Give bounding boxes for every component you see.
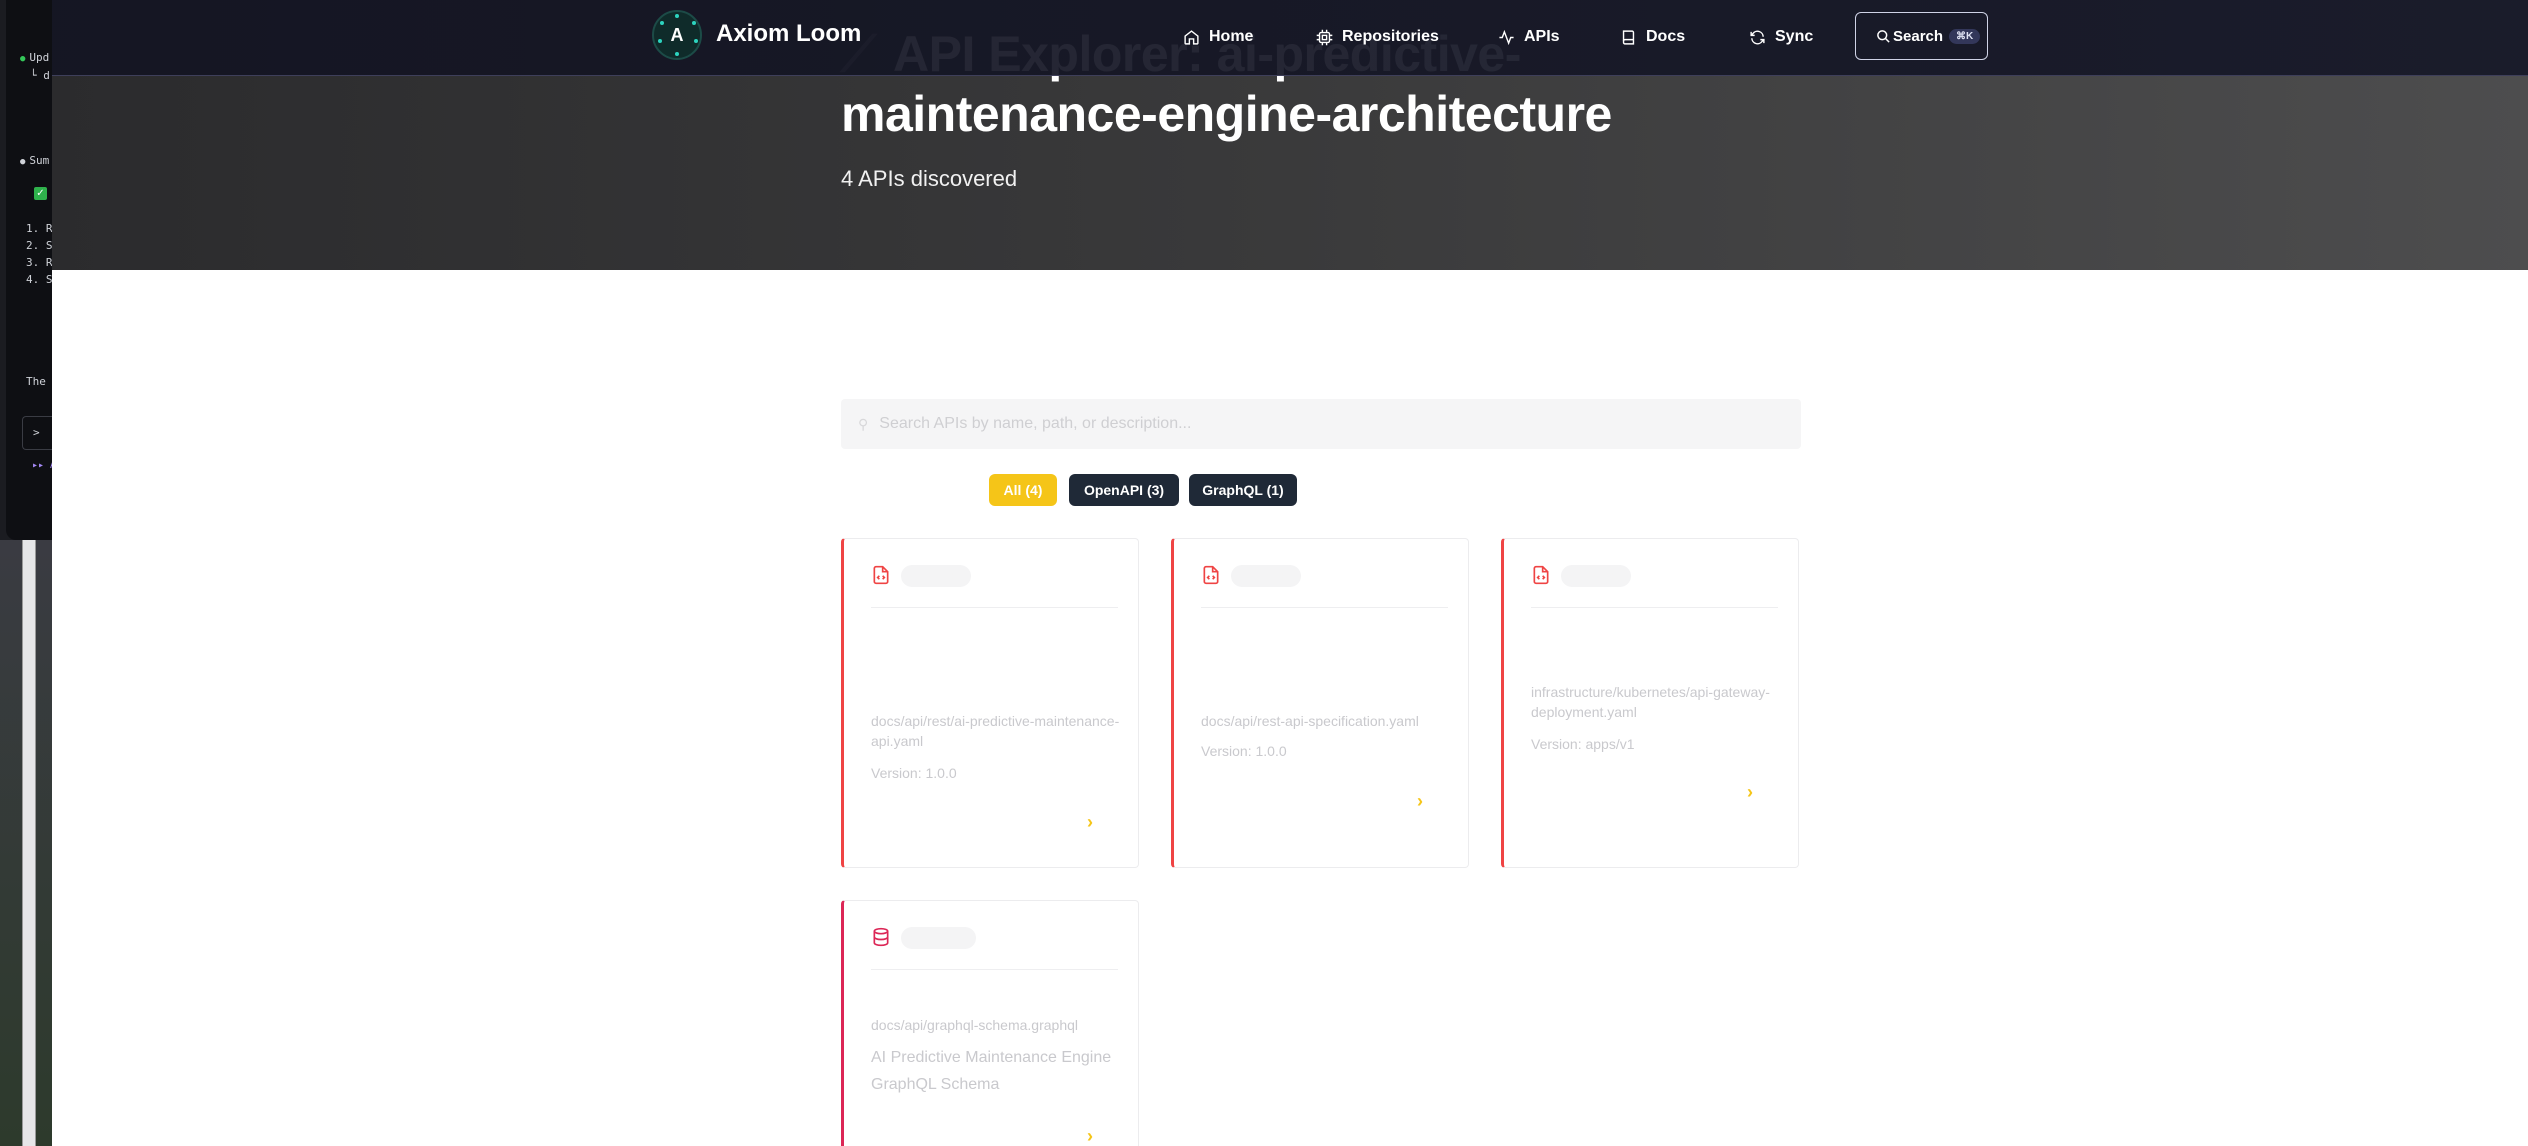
api-version: Version: apps/v1 — [1531, 736, 1635, 752]
file-code-icon — [1533, 565, 1549, 585]
terminal-line: 3. R — [26, 256, 53, 269]
filter-openapi[interactable]: OpenAPI (3) — [1069, 474, 1179, 506]
window-edge — [22, 540, 36, 1146]
filter-all[interactable]: All (4) — [989, 474, 1057, 506]
terminal-line: └ d — [30, 69, 50, 82]
top-navbar: A Axiom Loom Home Repositories APIs Docs… — [52, 0, 2528, 76]
terminal-line: 2. S — [26, 239, 53, 252]
api-type-badge: OPENAPI — [901, 565, 971, 587]
chevron-right-icon[interactable]: › — [1087, 813, 1101, 831]
terminal-line: Sum — [20, 154, 49, 167]
app-viewport: ⟋API Explorer: ai-predictive-maintenance… — [52, 0, 2528, 1146]
api-search-input[interactable] — [879, 415, 1760, 433]
api-card[interactable]: OPENAPI docs/api/rest/ai-predictive-main… — [841, 538, 1139, 868]
nav-docs[interactable]: Docs — [1620, 24, 1685, 50]
card-divider — [1531, 607, 1778, 608]
api-card[interactable]: OPENAPI infrastructure/kubernetes/api-ga… — [1501, 538, 1799, 868]
api-card[interactable]: OPENAPI docs/api/rest-api-specification.… — [1171, 538, 1469, 868]
search-icon: ⚲ — [858, 415, 869, 432]
activity-icon — [1499, 29, 1514, 45]
api-version: Version: 1.0.0 — [871, 765, 957, 781]
global-search-button[interactable]: Search ⌘K — [1855, 12, 1988, 60]
nav-apis[interactable]: APIs — [1498, 24, 1560, 50]
api-type-badge: GRAPHQL — [901, 927, 976, 949]
file-code-icon — [873, 565, 889, 585]
file-code-icon — [1203, 565, 1219, 585]
nav-repositories[interactable]: Repositories — [1316, 24, 1439, 50]
terminal-line: Upd — [20, 51, 49, 64]
nav-home[interactable]: Home — [1183, 24, 1253, 50]
chevron-right-icon[interactable]: › — [1087, 1127, 1101, 1145]
chevron-right-icon[interactable]: › — [1417, 792, 1431, 810]
api-version: Version: 1.0.0 — [1201, 743, 1287, 759]
checkmark-icon: ✓ — [34, 187, 47, 200]
card-divider — [871, 607, 1118, 608]
filter-graphql[interactable]: GraphQL (1) — [1189, 474, 1297, 506]
chevron-right-icon[interactable]: › — [1747, 783, 1761, 801]
api-card[interactable]: GRAPHQL docs/api/graphql-schema.graphql … — [841, 900, 1139, 1146]
sync-icon — [1750, 30, 1765, 44]
database-icon — [873, 927, 889, 947]
card-divider — [871, 969, 1118, 970]
terminal-line: 1. R — [26, 222, 53, 235]
api-type-badge: OPENAPI — [1561, 565, 1631, 587]
api-file-path: docs/api/rest/ai-predictive-maintenance-… — [871, 713, 1120, 749]
search-icon — [1877, 29, 1890, 43]
api-type-badge: OPENAPI — [1231, 565, 1301, 587]
nav-sync[interactable]: Sync — [1749, 24, 1813, 50]
keyboard-shortcut-badge: ⌘K — [1949, 28, 1981, 44]
api-description: AI Predictive Maintenance Engine GraphQL… — [871, 1049, 1112, 1093]
api-file-path: infrastructure/kubernetes/api-gateway-de… — [1531, 684, 1770, 720]
logo-icon[interactable]: A — [652, 10, 702, 60]
brand-name[interactable]: Axiom Loom — [716, 20, 861, 48]
api-count: 4 APIs discovered — [841, 166, 1018, 191]
api-file-path: docs/api/graphql-schema.graphql — [871, 1017, 1079, 1033]
api-file-path: docs/api/rest-api-specification.yaml — [1201, 713, 1419, 729]
book-icon — [1622, 29, 1635, 45]
terminal-line: The — [26, 375, 46, 388]
terminal-line: 4. S — [26, 273, 53, 286]
card-divider — [1201, 607, 1448, 608]
home-icon — [1184, 29, 1199, 45]
api-search-field[interactable]: ⚲ — [841, 399, 1801, 449]
repositories-icon — [1316, 29, 1333, 45]
